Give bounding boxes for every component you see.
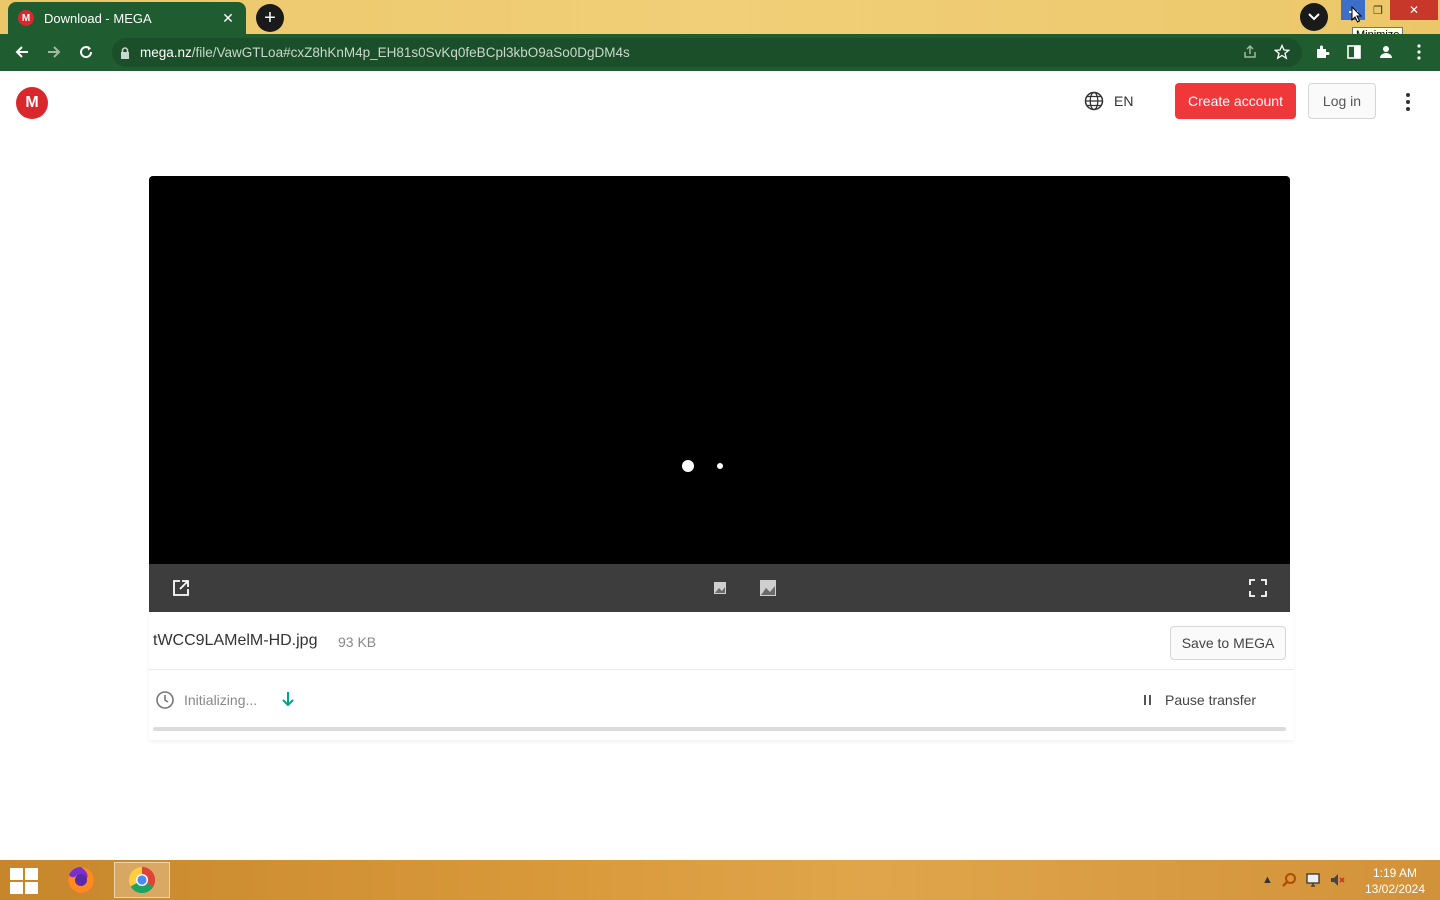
- zoom-in-image-icon[interactable]: [758, 578, 778, 598]
- tab-close-icon[interactable]: ✕: [220, 10, 236, 26]
- windows-start-icon[interactable]: [10, 868, 38, 894]
- bookmark-star-icon[interactable]: [1272, 42, 1292, 62]
- file-info-panel: tWCC9LAMelM-HD.jpg 93 KB Save to MEGA In…: [149, 612, 1294, 740]
- url-path: /file/VawGTLoa#cxZ8hKnM4p_EH81s0SvKq0feB…: [191, 45, 630, 60]
- chrome-menu-icon[interactable]: [1409, 42, 1429, 62]
- address-bar[interactable]: mega.nz/file/VawGTLoa#cxZ8hKnM4p_EH81s0S…: [112, 38, 1302, 67]
- tab-title: Download - MEGA: [44, 10, 152, 26]
- create-account-button[interactable]: Create account: [1175, 83, 1296, 119]
- loading-dot: [682, 460, 694, 472]
- pause-icon: [1144, 695, 1151, 705]
- viewer-controls-bar: [149, 564, 1290, 612]
- share-icon[interactable]: [1240, 42, 1260, 62]
- window-close-button[interactable]: ✕: [1390, 0, 1438, 20]
- side-panel-icon[interactable]: [1344, 42, 1364, 62]
- forward-arrow-icon[interactable]: [44, 42, 64, 62]
- transfer-status: Initializing...: [184, 692, 258, 708]
- browser-toolbar: mega.nz/file/VawGTLoa#cxZ8hKnM4p_EH81s0S…: [0, 34, 1440, 71]
- clock-icon: [156, 691, 174, 709]
- open-external-icon[interactable]: [171, 578, 191, 598]
- url-domain: mega.nz: [140, 45, 192, 60]
- chrome-icon[interactable]: [114, 862, 170, 898]
- reload-icon[interactable]: [76, 42, 96, 62]
- firefox-icon[interactable]: [53, 862, 109, 898]
- language-selector[interactable]: EN: [1084, 91, 1133, 111]
- extensions-puzzle-icon[interactable]: [1312, 42, 1332, 62]
- log-in-button[interactable]: Log in: [1308, 83, 1376, 119]
- pause-transfer-label: Pause transfer: [1165, 692, 1257, 708]
- back-arrow-icon[interactable]: [12, 42, 32, 62]
- globe-icon: [1084, 91, 1104, 111]
- chevron-down-icon: [1308, 13, 1320, 21]
- more-options-icon[interactable]: [1398, 91, 1418, 113]
- language-code: EN: [1114, 93, 1134, 109]
- download-progress-bar: [153, 727, 1286, 731]
- pause-transfer-button[interactable]: Pause transfer: [1144, 692, 1256, 708]
- network-icon[interactable]: [1305, 872, 1321, 888]
- maximize-button[interactable]: ❐: [1366, 0, 1390, 20]
- image-preview-area: [149, 176, 1290, 564]
- system-clock[interactable]: 1:19 AM 13/02/2024: [1362, 865, 1428, 897]
- browser-tab[interactable]: M Download - MEGA ✕: [8, 2, 246, 34]
- zoom-out-image-icon[interactable]: [710, 578, 730, 598]
- mouse-cursor-icon: [1351, 6, 1363, 23]
- lock-icon: [120, 46, 130, 59]
- loading-dot: [717, 463, 723, 469]
- show-hidden-icons-icon[interactable]: ▲: [1262, 874, 1273, 886]
- mega-favicon-icon: M: [18, 10, 34, 26]
- save-to-mega-button[interactable]: Save to MEGA: [1170, 626, 1286, 660]
- file-size: 93 KB: [338, 634, 377, 650]
- volume-muted-icon[interactable]: [1329, 872, 1345, 888]
- tab-search-button[interactable]: [1300, 3, 1328, 31]
- search-icon[interactable]: [1281, 872, 1297, 888]
- windows-taskbar: ▲ 1:19 AM 13/02/2024: [0, 860, 1440, 900]
- file-name: tWCC9LAMelM-HD.jpg: [153, 632, 318, 649]
- download-arrow-icon: [282, 692, 294, 707]
- system-tray: ▲: [1262, 872, 1345, 888]
- mega-logo[interactable]: M: [16, 87, 48, 119]
- tab-strip: M Download - MEGA ✕ + ❐ ✕: [0, 0, 1440, 34]
- divider: [149, 669, 1294, 670]
- clock-time: 1:19 AM: [1372, 866, 1418, 880]
- clock-date: 13/02/2024: [1364, 882, 1426, 896]
- new-tab-button[interactable]: +: [256, 4, 284, 32]
- fullscreen-icon[interactable]: [1248, 578, 1268, 598]
- profile-icon[interactable]: [1376, 42, 1396, 62]
